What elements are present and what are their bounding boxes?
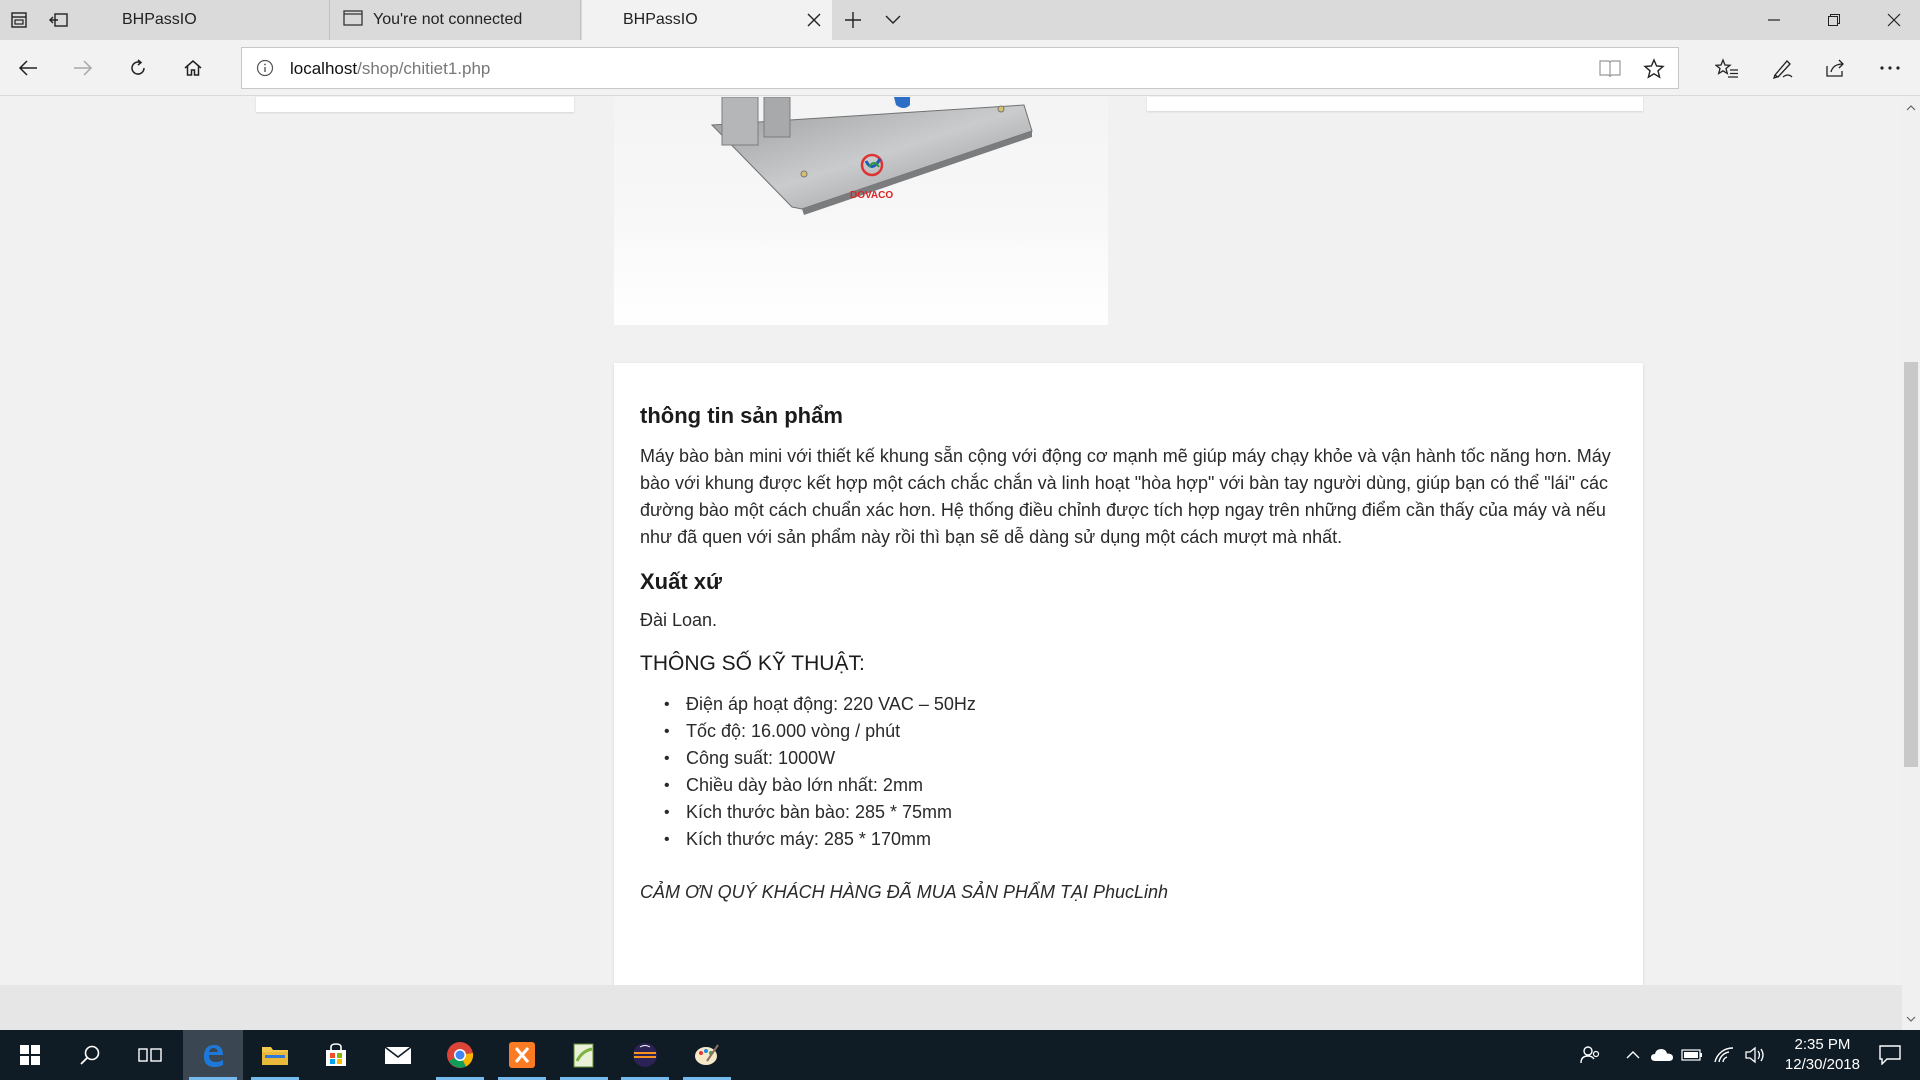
spec-item: Điện áp hoạt động: 220 VAC – 50Hz	[664, 691, 976, 718]
minimize-icon[interactable]	[1744, 0, 1804, 40]
forward-icon[interactable]	[63, 48, 103, 88]
site-info-icon[interactable]	[256, 59, 274, 77]
tab-bhpassio-1[interactable]: BHPassIO	[80, 0, 330, 40]
specs-list: Điện áp hoạt động: 220 VAC – 50Hz Tốc độ…	[664, 691, 976, 853]
taskbar: 2:35 PM 12/30/2018	[0, 1030, 1920, 1080]
tab-title: BHPassIO	[122, 11, 197, 28]
tabs-aside-icon[interactable]	[40, 0, 78, 40]
tab-preview-chevron-icon[interactable]	[873, 0, 913, 40]
tab-strip: BHPassIO You're not connected BHPassIO	[0, 0, 1920, 40]
url-text[interactable]: localhost/shop/chitiet1.php	[290, 59, 490, 79]
paint-icon[interactable]	[677, 1030, 737, 1080]
brand-logo-text: DOVACO	[850, 190, 893, 201]
tab-bhpassio-active[interactable]: BHPassIO	[582, 0, 832, 40]
page-icon	[343, 9, 363, 31]
product-info-card: thông tin sản phẩm Máy bào bàn mini với …	[614, 363, 1643, 1030]
home-icon[interactable]	[173, 48, 213, 88]
mail-icon[interactable]	[368, 1030, 428, 1080]
scroll-down-arrow-icon[interactable]	[1902, 1010, 1920, 1028]
spec-item: Kích thước máy: 285 * 170mm	[664, 826, 976, 853]
onedrive-cloud-icon[interactable]	[1650, 1043, 1674, 1067]
restore-icon[interactable]	[1804, 0, 1864, 40]
refresh-icon[interactable]	[118, 48, 158, 88]
xampp-icon[interactable]	[492, 1030, 552, 1080]
favorite-star-icon[interactable]	[1642, 57, 1666, 81]
tab-not-connected[interactable]: You're not connected	[331, 0, 581, 40]
navigation-bar: localhost/shop/chitiet1.php	[0, 40, 1920, 96]
spec-item: Tốc độ: 16.000 vòng / phút	[664, 718, 976, 745]
system-clock[interactable]: 2:35 PM 12/30/2018	[1785, 1035, 1860, 1075]
origin-value: Đài Loan.	[640, 610, 718, 630]
product-image[interactable]: DOVACO	[614, 97, 1108, 325]
close-window-icon[interactable]	[1864, 0, 1920, 40]
store-icon[interactable]	[306, 1030, 366, 1080]
task-view-icon[interactable]	[120, 1030, 180, 1080]
thank-you-note: CẢM ƠN QUÝ KHÁCH HÀNG ĐÃ MUA SẢN PHẨM TẠ…	[640, 882, 1169, 902]
wifi-icon[interactable]	[1712, 1043, 1736, 1067]
origin-heading: Xuất xứ	[640, 569, 722, 594]
specs-heading: THÔNG SỐ KỸ THUẬT:	[640, 652, 865, 675]
favorites-hub-icon[interactable]	[1705, 48, 1749, 88]
start-windows-icon[interactable]	[0, 1030, 60, 1080]
file-explorer-icon[interactable]	[245, 1030, 305, 1080]
action-center-icon[interactable]	[1860, 1030, 1920, 1080]
url-path: /shop/chitiet1.php	[357, 59, 491, 78]
clock-time: 2:35 PM	[1794, 1036, 1851, 1053]
battery-icon[interactable]	[1680, 1043, 1704, 1067]
product-description: Máy bào bàn mini với thiết kế khung sẵn …	[640, 446, 1611, 547]
spec-item: Công suất: 1000W	[664, 745, 976, 772]
clock-date: 12/30/2018	[1784, 1056, 1860, 1073]
reading-view-icon[interactable]	[1598, 57, 1622, 81]
web-note-icon[interactable]	[1760, 48, 1804, 88]
set-tabs-aside-icon[interactable]	[0, 0, 38, 40]
people-icon[interactable]	[1578, 1043, 1602, 1067]
volume-icon[interactable]	[1743, 1043, 1767, 1067]
page-footer	[0, 985, 1902, 1030]
scrollbar-thumb[interactable]	[1904, 362, 1918, 767]
back-icon[interactable]	[8, 48, 48, 88]
spec-item: Chiều dày bào lớn nhất: 2mm	[664, 772, 976, 799]
share-icon[interactable]	[1814, 48, 1858, 88]
chrome-icon[interactable]	[430, 1030, 490, 1080]
close-tab-icon[interactable]	[806, 12, 822, 28]
page-viewport: DOVACO thông tin sản phẩm Máy bào bàn mi…	[0, 97, 1902, 1030]
edge-icon[interactable]	[183, 1030, 243, 1080]
tab-title: BHPassIO	[623, 11, 698, 28]
planer-illustration: DOVACO	[614, 97, 1108, 325]
notepad-plus-icon[interactable]	[554, 1030, 614, 1080]
sidebar-card	[256, 97, 574, 112]
url-host: localhost	[290, 59, 358, 78]
address-bar[interactable]: localhost/shop/chitiet1.php	[241, 47, 1679, 89]
tab-title: You're not connected	[373, 11, 523, 28]
product-info-heading: thông tin sản phẩm	[640, 403, 843, 428]
more-options-icon[interactable]	[1868, 48, 1912, 88]
new-tab-icon[interactable]	[833, 0, 873, 40]
eclipse-icon[interactable]	[615, 1030, 675, 1080]
spec-item: Kích thước bàn bào: 285 * 75mm	[664, 799, 976, 826]
related-card	[1147, 97, 1643, 111]
vertical-scrollbar[interactable]	[1902, 97, 1920, 1030]
scroll-up-arrow-icon[interactable]	[1902, 99, 1920, 117]
show-hidden-icons-chevron-icon[interactable]	[1621, 1043, 1645, 1067]
search-icon[interactable]	[60, 1030, 120, 1080]
